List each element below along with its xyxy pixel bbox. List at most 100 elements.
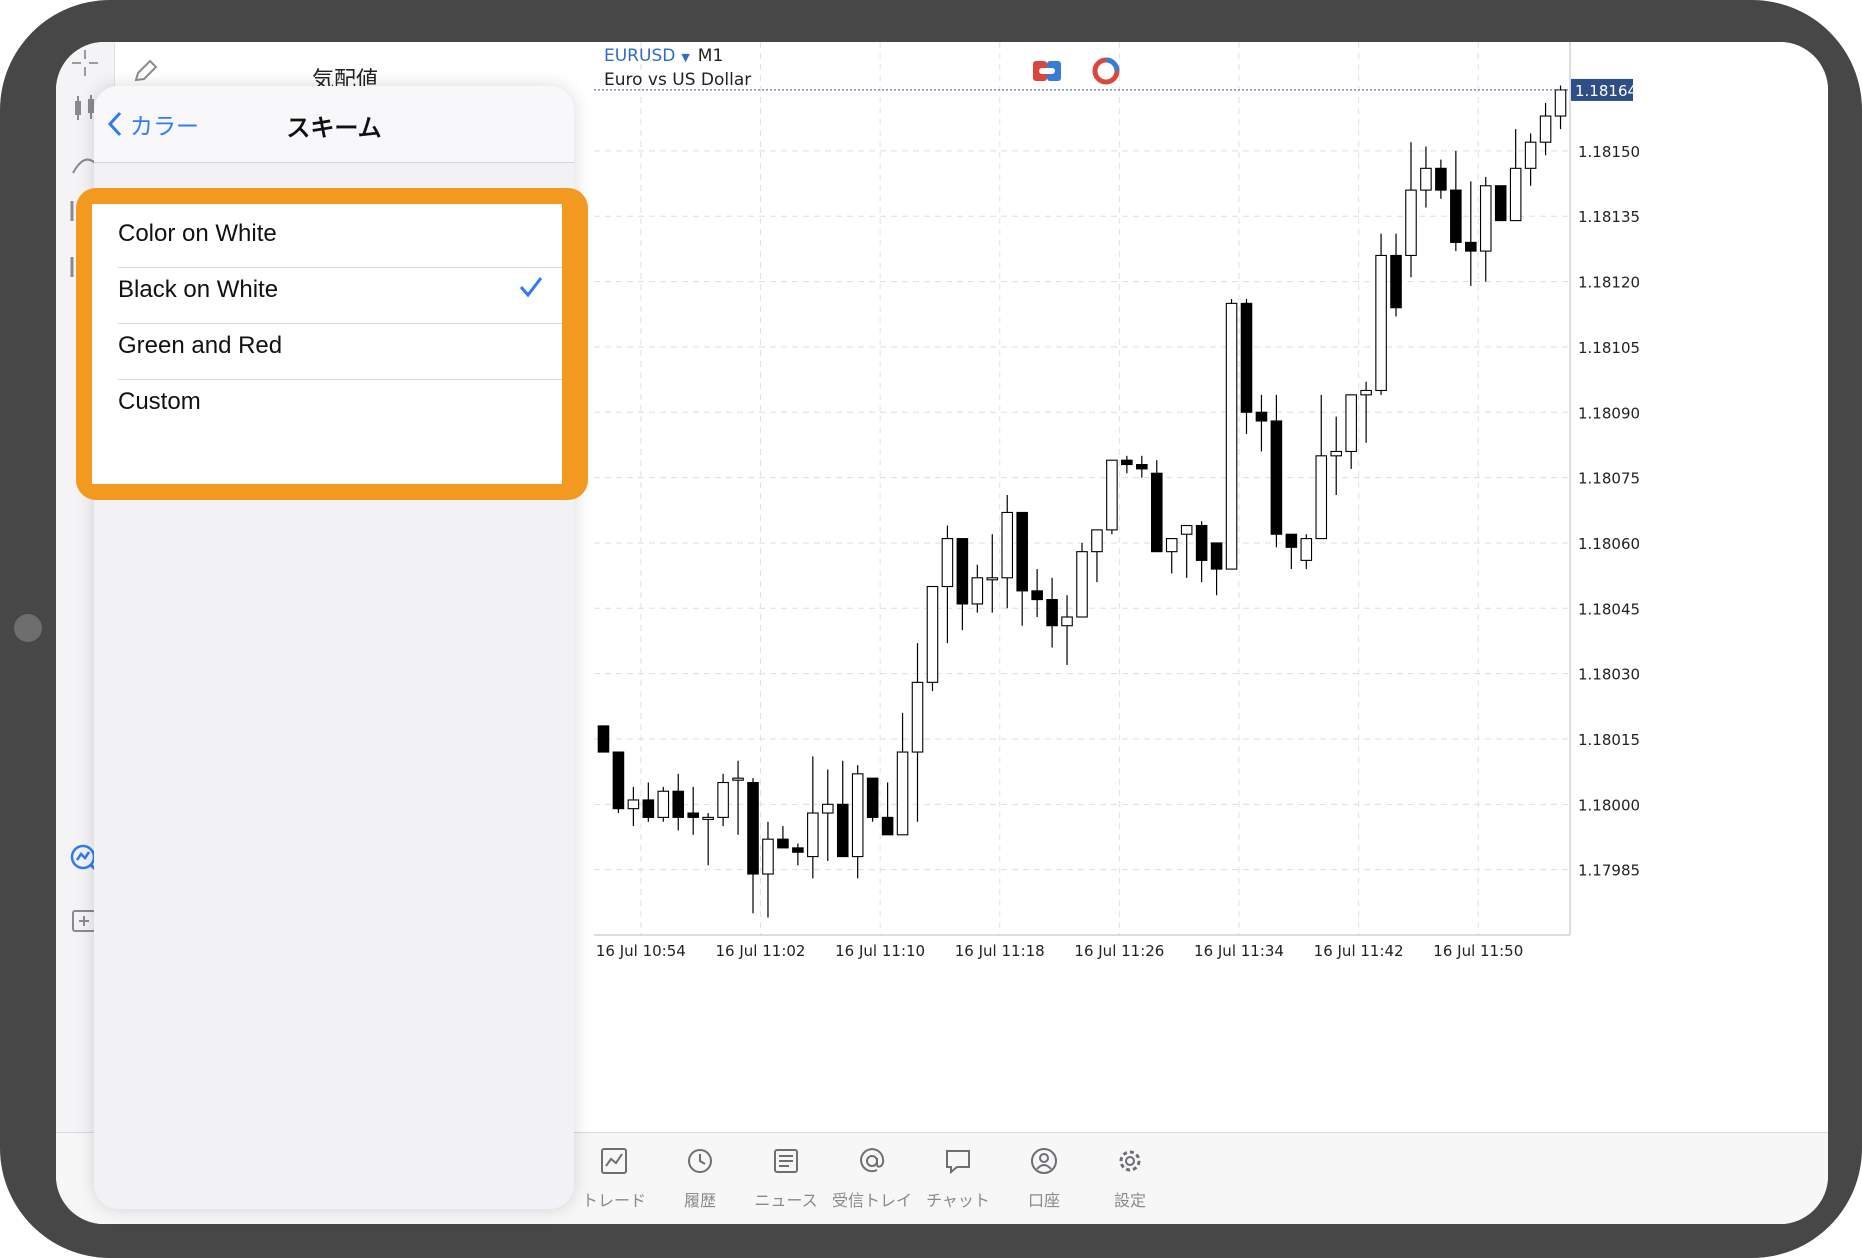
candle-body	[1405, 189, 1417, 256]
scheme-option[interactable]: Custom	[92, 370, 562, 436]
checkmark-icon	[518, 274, 544, 304]
y-tick-label: 1.18075	[1578, 470, 1640, 488]
candle-body	[717, 781, 729, 818]
candle-body	[1435, 167, 1447, 191]
candle-body	[657, 790, 670, 818]
candle-body	[1136, 463, 1148, 470]
x-tick-label: 16 Jul 10:54	[596, 942, 686, 960]
candle-body	[1345, 394, 1357, 453]
candle-body	[732, 777, 744, 781]
tab-news[interactable]: ニュース	[736, 1141, 836, 1211]
candle-body	[807, 812, 819, 858]
candle-body	[1300, 538, 1313, 561]
x-tick-label: 16 Jul 11:50	[1433, 942, 1523, 960]
candle-body	[881, 816, 894, 836]
tab-label[interactable]: 口座	[994, 1187, 1094, 1211]
caret-down-icon[interactable]: ▼	[681, 51, 689, 64]
trade-icon[interactable]	[564, 1141, 664, 1181]
timeframe[interactable]: M1	[698, 46, 723, 66]
candle-body	[702, 816, 714, 820]
candle-body	[1465, 241, 1477, 252]
tab-label[interactable]: トレード	[564, 1187, 664, 1211]
candle-body	[1554, 89, 1567, 117]
x-tick-label: 16 Jul 11:42	[1314, 942, 1404, 960]
candle-body	[1255, 411, 1268, 422]
candle-body	[792, 847, 804, 853]
candle-body	[1165, 538, 1178, 553]
y-tick-label: 1.18030	[1578, 666, 1640, 684]
candle-body	[851, 773, 864, 858]
candle-body	[1285, 533, 1298, 548]
tab-label[interactable]: 設定	[1080, 1187, 1180, 1211]
candle-body	[1031, 590, 1043, 601]
price-chart[interactable]: 1.18150 1.18135 1.18120 1.18105 1.18090 1.180…	[594, 42, 1828, 1132]
crosshair-icon[interactable]	[64, 42, 106, 84]
candle-body	[986, 577, 999, 581]
candle-body	[1494, 185, 1507, 222]
tab-settings[interactable]: 設定	[1080, 1141, 1180, 1211]
candle-body	[612, 751, 625, 810]
tab-label[interactable]: ニュース	[736, 1187, 836, 1211]
camera-dot	[14, 614, 42, 642]
symbol-name[interactable]: EURUSD	[604, 46, 675, 66]
candle-body	[1524, 141, 1537, 169]
tab-history[interactable]: 履歴	[650, 1141, 750, 1211]
candle-body	[1330, 450, 1342, 457]
candle-body	[926, 585, 939, 683]
y-tick-label: 1.18045	[1578, 600, 1640, 618]
candle-body	[1061, 616, 1073, 627]
candle-body	[1479, 185, 1492, 252]
candle-body	[1315, 455, 1328, 540]
candle-body	[1390, 254, 1402, 309]
one-click-trading-icon[interactable]	[1032, 58, 1062, 88]
candle-body	[1091, 529, 1103, 553]
candle-body	[1150, 472, 1163, 553]
y-tick-label: 1.17985	[1578, 862, 1640, 880]
popover-header: カラー スキーム	[94, 86, 574, 163]
y-tick-label: 1.18090	[1578, 404, 1640, 422]
account-icon[interactable]	[994, 1141, 1094, 1181]
scheme-option-label[interactable]: Custom	[118, 388, 201, 416]
candle-body	[687, 812, 699, 818]
candle-body	[896, 751, 909, 836]
candle-body	[1509, 167, 1522, 222]
tab-chat[interactable]: チャット	[908, 1141, 1008, 1211]
history-icon[interactable]	[650, 1141, 750, 1181]
x-tick-label: 16 Jul 11:02	[716, 942, 806, 960]
tab-trade[interactable]: トレード	[564, 1141, 664, 1211]
scheme-option-label[interactable]: Color on White	[118, 220, 277, 248]
chat-icon[interactable]	[908, 1141, 1008, 1181]
settings-icon[interactable]	[1080, 1141, 1180, 1181]
scheme-option-label[interactable]: Green and Red	[118, 332, 282, 360]
candle-body	[941, 538, 954, 588]
candle-body	[1240, 302, 1253, 413]
scheme-option-label[interactable]: Black on White	[118, 276, 278, 304]
news-icon[interactable]	[736, 1141, 836, 1181]
candle-body	[836, 803, 849, 858]
candle-body	[1420, 167, 1432, 191]
chart-symbol[interactable]: EURUSD ▼ M1	[604, 46, 723, 66]
tab-label[interactable]: チャット	[908, 1187, 1008, 1211]
y-tick-label: 1.18135	[1578, 208, 1640, 226]
inbox-icon[interactable]	[822, 1141, 922, 1181]
candle-body	[1375, 254, 1387, 392]
candle-body	[1106, 459, 1118, 531]
candle-body	[1016, 511, 1028, 592]
tab-inbox[interactable]: 受信トレイ	[822, 1141, 922, 1211]
candle-body	[1121, 459, 1133, 466]
candle-body	[1270, 420, 1283, 535]
candle-body	[971, 577, 984, 605]
candle-body	[672, 790, 685, 818]
tab-label[interactable]: 受信トレイ	[822, 1187, 922, 1211]
y-tick-label: 1.18105	[1578, 339, 1640, 357]
candle-body	[1450, 189, 1462, 243]
chart-area[interactable]: 1.18150 1.18135 1.18120 1.18105 1.18090 1.180…	[594, 42, 1828, 1132]
x-tick-label: 16 Jul 11:10	[835, 942, 925, 960]
symbol-description: Euro vs US Dollar	[604, 70, 752, 90]
y-tick-label: 1.18060	[1578, 535, 1640, 553]
tab-account[interactable]: 口座	[994, 1141, 1094, 1211]
tab-label[interactable]: 履歴	[650, 1187, 750, 1211]
candle-body	[1195, 524, 1208, 561]
candle-body	[866, 777, 879, 818]
market-sentiment-icon[interactable]	[1091, 56, 1121, 90]
